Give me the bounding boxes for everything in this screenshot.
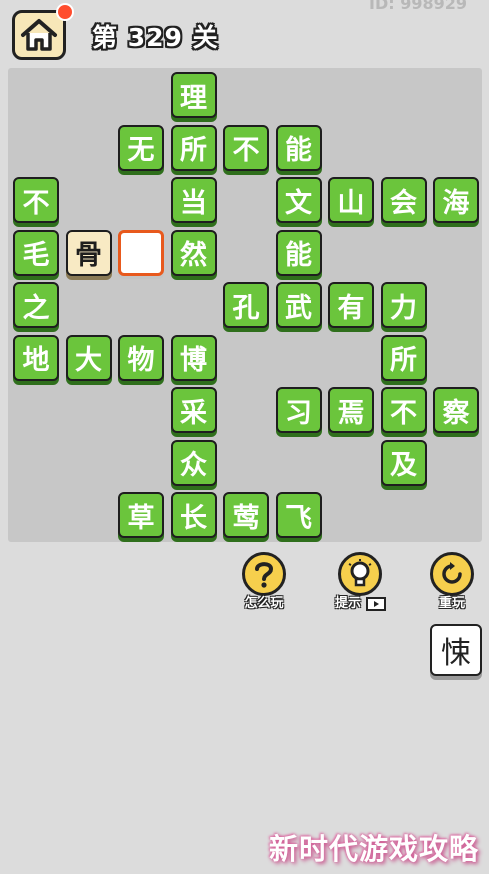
grid-tile: 然 — [170, 229, 217, 276]
grid-tile: 众 — [170, 439, 217, 486]
grid-tile: 地 — [13, 334, 59, 381]
grid-tile: 采 — [170, 387, 217, 433]
grid-tile: 长 — [170, 492, 217, 538]
grid-tile: 无 — [118, 124, 164, 171]
watermark: 新时代游戏攻略 — [268, 832, 479, 866]
grid-tile: 会 — [380, 177, 427, 223]
grid-tile: 理 — [170, 72, 217, 118]
grid-tile: 毛 — [13, 229, 59, 276]
grid-tile: 大 — [65, 334, 112, 381]
video-icon — [365, 596, 386, 611]
grid-tile: 孔 — [223, 282, 269, 328]
grid-tile: 当 — [170, 177, 217, 223]
level-title: 第 329 关 — [92, 23, 219, 52]
replay-button[interactable]: 重玩 — [430, 552, 474, 611]
grid-tile: 莺 — [223, 492, 269, 538]
grid-tile: 山 — [328, 177, 374, 223]
hint-text: 提示 — [335, 596, 362, 611]
grid-tile: 物 — [118, 334, 164, 381]
how-to-play-button[interactable]: 怎么玩 — [242, 552, 286, 611]
question-icon — [242, 552, 286, 596]
grid-tile: 不 — [380, 387, 427, 433]
lightbulb-icon — [338, 552, 383, 596]
answer-choice-tile[interactable]: 悚 — [430, 624, 482, 676]
grid-tile: 习 — [275, 387, 322, 433]
hint-button[interactable]: 提示 — [335, 552, 386, 611]
hint-label: 提示 — [335, 592, 386, 611]
grid-tile: 武 — [275, 282, 322, 328]
replay-icon — [430, 552, 474, 596]
grid-tile: 及 — [380, 439, 427, 486]
how-to-play-label: 怎么玩 — [244, 596, 284, 611]
grid-tile: 所 — [170, 124, 217, 171]
home-icon — [21, 19, 57, 51]
blank-answer-cell[interactable] — [118, 229, 164, 276]
grid-tile: 焉 — [328, 387, 374, 433]
grid-tile: 力 — [380, 282, 427, 328]
level-id: ID: 998929 — [369, 0, 467, 13]
grid-tile: 能 — [275, 229, 322, 276]
grid-tile: 不 — [223, 124, 269, 171]
replay-label: 重玩 — [438, 596, 465, 611]
grid-tile: 文 — [275, 177, 322, 223]
grid-tile: 飞 — [275, 492, 322, 538]
grid-tile: 有 — [328, 282, 374, 328]
grid-tile: 不 — [13, 177, 59, 223]
grid-tile: 骨 — [65, 229, 112, 276]
grid-tile: 草 — [118, 492, 164, 538]
grid-tile: 海 — [433, 177, 479, 223]
grid-tile: 所 — [380, 334, 427, 381]
grid-tile: 博 — [170, 334, 217, 381]
notification-dot — [56, 3, 74, 21]
grid-tile: 察 — [433, 387, 479, 433]
grid-tile: 能 — [275, 124, 322, 171]
puzzle-board: 理无所不能不当文山会海毛骨然能之孔武有力地大物博所采习焉不察众及草长莺飞 — [8, 68, 482, 542]
grid-tile: 之 — [13, 282, 59, 328]
